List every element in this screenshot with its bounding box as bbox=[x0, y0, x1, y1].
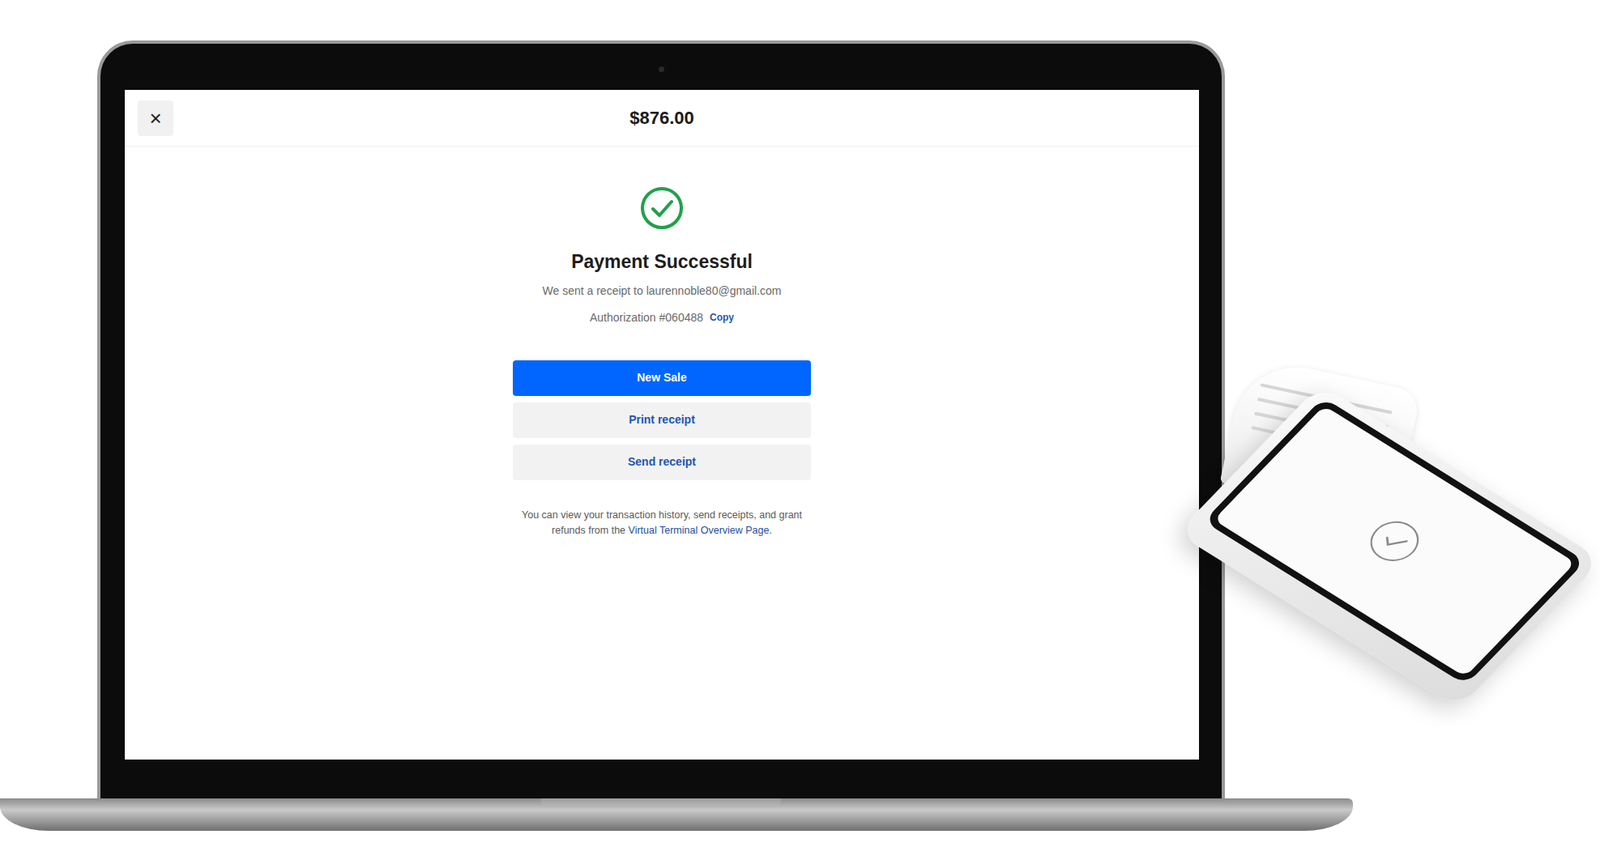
camera-icon bbox=[658, 66, 665, 73]
dialog-body: Payment Successful We sent a receipt to … bbox=[124, 146, 1199, 539]
action-buttons: New Sale Print receipt Send receipt bbox=[512, 360, 811, 481]
product-scene: × $876.00 Payment Successful We sent a r… bbox=[0, 0, 1600, 847]
copy-link[interactable]: Copy bbox=[709, 310, 734, 325]
payment-dialog: × $876.00 Payment Successful We sent a r… bbox=[124, 89, 1199, 760]
approved-check-icon bbox=[1356, 510, 1433, 572]
amount: $876.00 bbox=[629, 104, 695, 132]
laptop-notch bbox=[541, 798, 781, 809]
success-check-icon bbox=[640, 186, 684, 231]
send-receipt-button[interactable]: Send receipt bbox=[512, 444, 811, 481]
authorization-row: Authorization #060488 Copy bbox=[589, 309, 734, 327]
laptop: × $876.00 Payment Successful We sent a r… bbox=[97, 40, 1225, 807]
receipt-note: We sent a receipt to laurennoble80@gmail… bbox=[542, 282, 782, 300]
new-sale-button[interactable]: New Sale bbox=[512, 360, 811, 397]
authorization-number: Authorization #060488 bbox=[589, 309, 704, 327]
footer-note: You can view your transaction history, s… bbox=[503, 507, 820, 540]
print-receipt-button[interactable]: Print receipt bbox=[512, 402, 811, 439]
dialog-header: × $876.00 bbox=[124, 89, 1199, 147]
close-button[interactable]: × bbox=[137, 100, 174, 137]
footer-end: . bbox=[768, 524, 772, 537]
overview-link[interactable]: Virtual Terminal Overview Page bbox=[628, 524, 770, 537]
status-title: Payment Successful bbox=[571, 247, 753, 277]
card-terminal bbox=[1215, 356, 1596, 738]
laptop-base bbox=[0, 798, 1353, 832]
